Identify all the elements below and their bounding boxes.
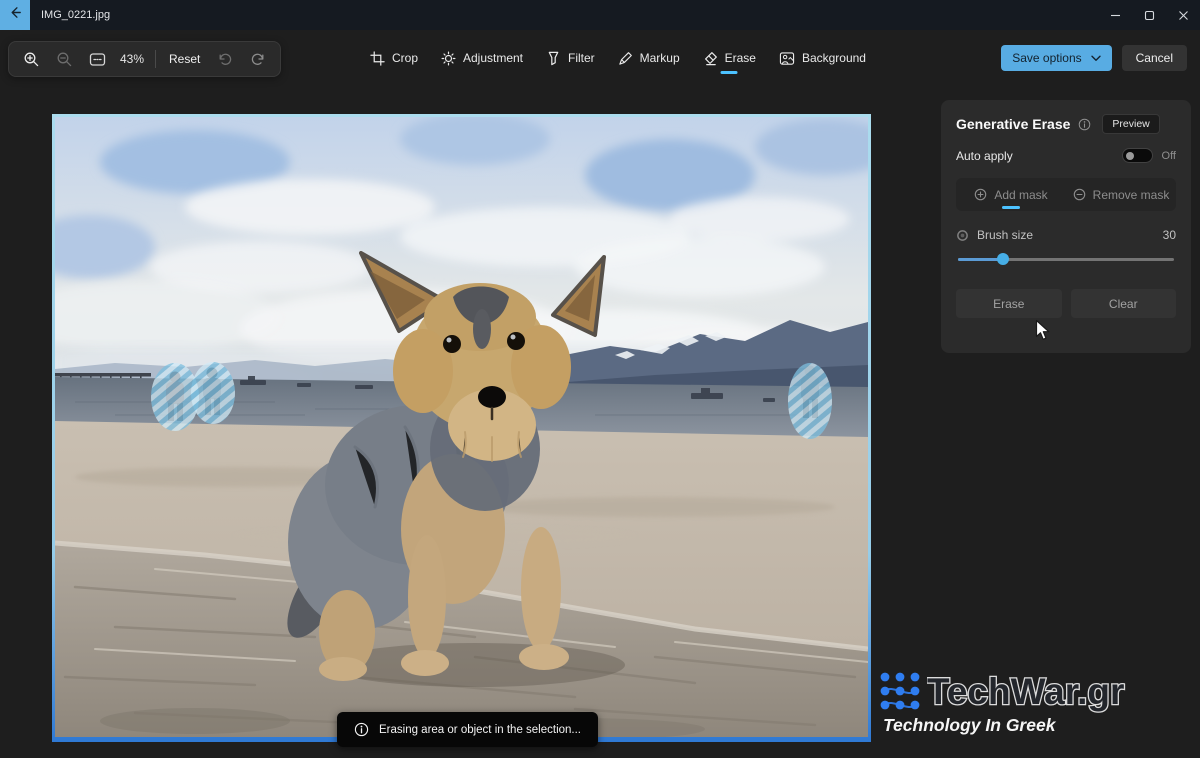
save-options-button[interactable]: Save options (1001, 45, 1112, 71)
slider-thumb[interactable] (997, 253, 1009, 265)
background-icon (779, 51, 795, 65)
minimize-icon (1110, 14, 1120, 16)
fit-to-window-icon (89, 52, 105, 66)
redo-icon (252, 53, 264, 65)
back-button[interactable] (0, 0, 30, 30)
auto-apply-toggle[interactable] (1121, 148, 1153, 163)
remove-mask-tab[interactable]: Remove mask (1066, 178, 1176, 211)
zoom-out-button[interactable] (52, 47, 76, 71)
minimize-button[interactable] (1098, 0, 1132, 30)
crop-icon (370, 50, 385, 66)
redo-button[interactable] (246, 47, 270, 71)
info-icon (354, 722, 369, 737)
photo-canvas[interactable] (55, 117, 868, 737)
tab-background[interactable]: Background (777, 30, 868, 86)
cancel-button[interactable]: Cancel (1121, 45, 1187, 71)
brush-size-value: 30 (1162, 228, 1176, 242)
circle-minus-icon (1073, 188, 1085, 201)
erase-button[interactable]: Erase (956, 289, 1062, 318)
back-arrow-icon (8, 5, 23, 25)
erase-mask-region-2[interactable] (191, 362, 235, 424)
edit-mode-tabs: Crop Adjustment Filter Markup Erase Back… (368, 30, 868, 86)
circle-plus-icon (975, 188, 987, 201)
zoom-out-icon (57, 52, 71, 66)
adjustment-icon (441, 51, 456, 65)
tab-adjustment[interactable]: Adjustment (439, 30, 525, 86)
brand-text: TechWar.gr (927, 671, 1124, 712)
brush-size-label: Brush size (977, 228, 1034, 242)
toast-message: Erasing area or object in the selection.… (379, 723, 582, 736)
clear-button[interactable]: Clear (1070, 289, 1176, 318)
info-icon[interactable] (1078, 118, 1091, 131)
titlebar: IMG_0221.jpg (0, 0, 1200, 30)
fit-to-window-button[interactable] (85, 47, 109, 71)
techwar-watermark: TechWar.gr Technology In Greek (878, 668, 1167, 736)
preview-badge: Preview (1102, 114, 1160, 134)
undo-button[interactable] (213, 47, 237, 71)
techwar-brand: TechWar.gr (927, 670, 1126, 714)
markup-icon (618, 51, 632, 65)
editor-toolbar: 43% Reset Crop Adjustment Filter Markup (0, 30, 1200, 86)
brush-size-slider[interactable] (956, 253, 1176, 266)
auto-apply-state: Off (1161, 149, 1176, 162)
mouse-cursor (1035, 319, 1050, 340)
maximize-icon (1144, 10, 1154, 20)
status-toast: Erasing area or object in the selection.… (337, 712, 599, 747)
active-mask-tab-indicator (1002, 206, 1020, 209)
zoom-percentage: 43% (119, 52, 145, 66)
zoom-in-icon (24, 52, 38, 66)
erase-icon (704, 51, 717, 65)
photo-selection-frame (52, 114, 871, 742)
maximize-button[interactable] (1132, 0, 1166, 30)
auto-apply-label: Auto apply (956, 148, 1013, 163)
close-button[interactable] (1166, 0, 1200, 30)
erase-mask-region-3[interactable] (788, 363, 832, 439)
tab-erase[interactable]: Erase (701, 30, 758, 86)
document-title: IMG_0221.jpg (41, 9, 111, 21)
zoom-in-button[interactable] (19, 47, 43, 71)
generative-erase-panel: Generative Erase Preview Auto apply Off … (941, 100, 1191, 353)
brush-size-icon (957, 229, 968, 241)
reset-button[interactable]: Reset (165, 50, 204, 68)
close-icon (1178, 10, 1188, 20)
undo-icon (219, 53, 232, 65)
chevron-down-icon (1090, 55, 1101, 61)
tab-markup[interactable]: Markup (616, 30, 682, 86)
watermark-tagline: Technology In Greek (883, 715, 1056, 735)
tab-filter[interactable]: Filter (544, 30, 597, 86)
filter-icon (548, 51, 559, 65)
toolbar-divider (155, 50, 156, 68)
tab-crop[interactable]: Crop (368, 30, 420, 86)
panel-title: Generative Erase (956, 116, 1071, 132)
techwar-logo-icon (880, 672, 920, 710)
mask-mode-tabs: Add mask Remove mask (956, 178, 1176, 211)
toggle-knob (1125, 151, 1134, 160)
zoom-controls: 43% Reset (8, 41, 282, 77)
